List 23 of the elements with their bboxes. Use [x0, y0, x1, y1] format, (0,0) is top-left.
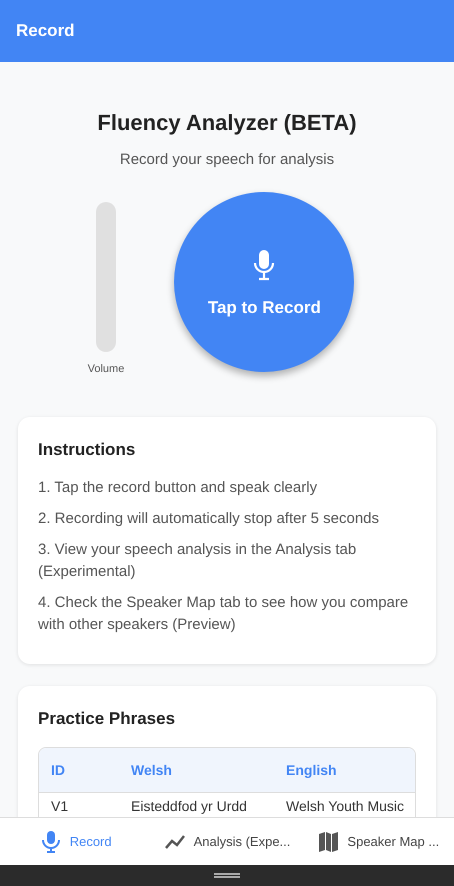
card-title: Practice Phrases [38, 708, 176, 730]
instruction-step: 1. Tap the record button and speak clearly [38, 476, 416, 498]
tab[interactable]: Record [0, 818, 152, 865]
table-cell-text: Eisteddfod yr Urdd [131, 797, 248, 816]
card-title: Instructions [38, 439, 136, 461]
record-button[interactable]: Tap to Record [174, 192, 354, 372]
column-header: Welsh [131, 760, 173, 780]
table-cell-text: Welsh Youth Music [286, 797, 404, 816]
instruction-step: 4. Check the Speaker Map tab to see how you compare with other speakers (Preview) [38, 592, 416, 636]
page-subtitle: Record your speech for analysis [120, 150, 334, 170]
column-header: ID [51, 760, 66, 780]
column-header: English [286, 760, 338, 780]
tab[interactable]: Analysis (Expe... [151, 818, 303, 865]
table-cell-text: V1 [51, 797, 70, 816]
instruction-step: 3. View your speech analysis in the Analysis tab (Experimental) [38, 538, 416, 582]
page-title: Fluency Analyzer (BETA) [97, 109, 357, 137]
map-icon [317, 830, 340, 854]
app-bar-title: Record [16, 20, 75, 42]
gesture-handle[interactable] [214, 873, 240, 878]
tab[interactable]: Speaker Map ... [302, 818, 454, 865]
volume-label: Volume [88, 362, 124, 376]
instruction-step: 2. Recording will automatically stop after 5 seconds [38, 508, 416, 530]
microphone-icon [40, 830, 62, 854]
